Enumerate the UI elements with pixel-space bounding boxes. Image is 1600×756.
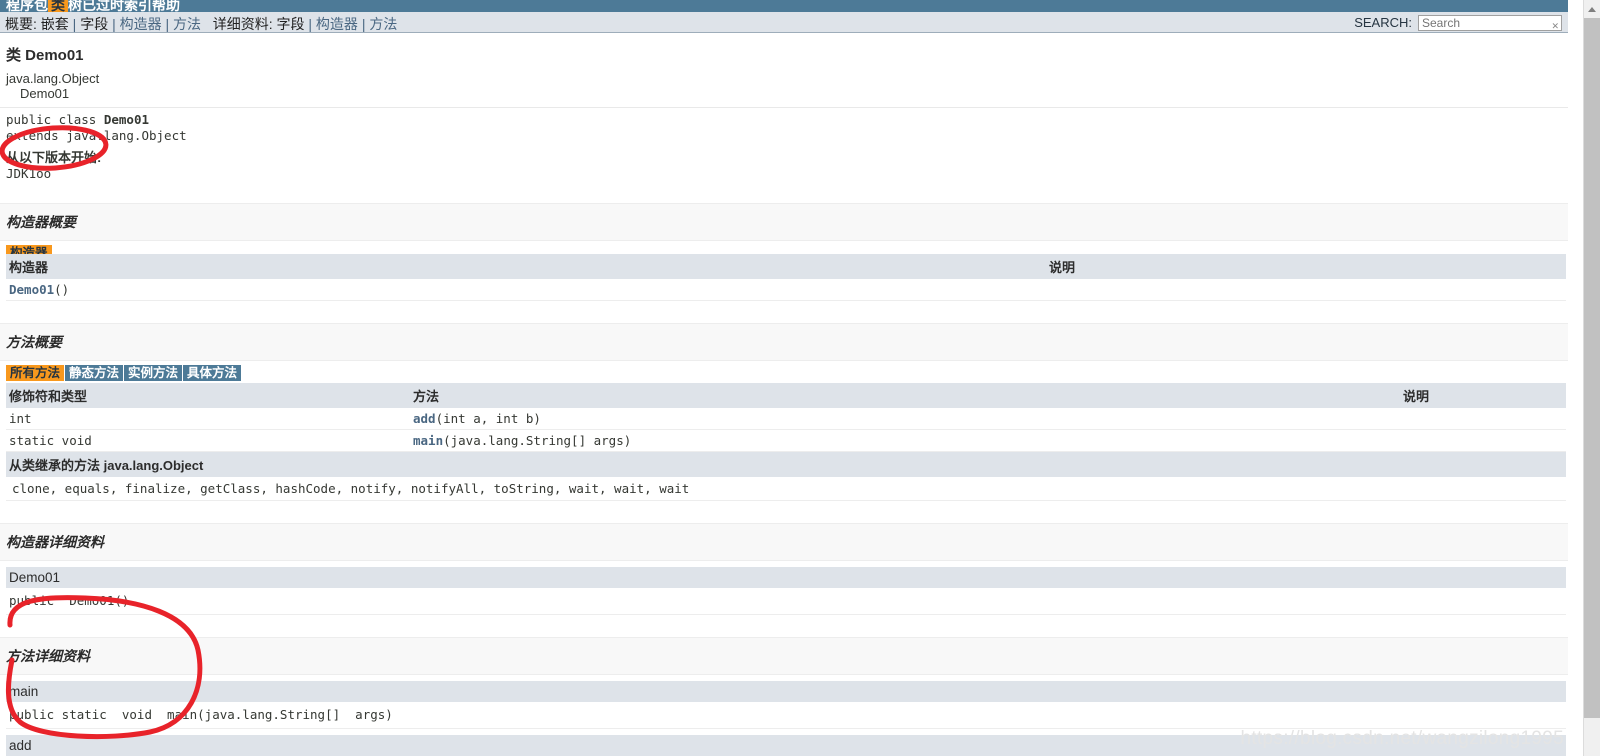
table-row: int add(int a, int b) (6, 408, 1566, 430)
method-detail-title: 方法详细资料 (6, 648, 90, 664)
search-input[interactable] (1418, 14, 1562, 31)
inherited-methods-header: 从类继承的方法 java.lang.Object (6, 452, 1566, 477)
constructor-summary-table: 构造器 说明 Demo01() (6, 254, 1566, 301)
method-signature-cell: add(int a, int b) (410, 408, 1400, 430)
inherited-methods-class: java.lang.Object (103, 458, 204, 473)
method-detail-band: 方法详细资料 (0, 637, 1568, 675)
main-nav-items[interactable]: 程序包类树已过时索引帮助 (6, 0, 180, 12)
inherited-methods-list[interactable]: clone, equals, finalize, getClass, hashC… (6, 477, 1566, 501)
nav-item-package[interactable]: 程序包 (6, 0, 48, 12)
sub-nav-links: 概要: 嵌套 | 字段 | 构造器 | 方法 详细资料: 字段 | 构造器 | … (5, 14, 397, 34)
javadoc-page: 程序包类树已过时索引帮助 概要: 嵌套 | 字段 | 构造器 | 方法 详细资料… (0, 0, 1600, 756)
class-declaration: public class Demo01 extends java.lang.Ob… (0, 108, 1568, 144)
sub-nav-bar: 概要: 嵌套 | 字段 | 构造器 | 方法 详细资料: 字段 | 构造器 | … (0, 12, 1568, 33)
search-reset-icon[interactable]: ✕ (1551, 21, 1559, 31)
detail-item-field: 字段 (276, 16, 305, 32)
col-method: 方法 (410, 383, 1400, 408)
tab-static-methods[interactable]: 静态方法 (65, 365, 124, 381)
method-summary-title: 方法概要 (6, 334, 62, 350)
method-description (1400, 408, 1566, 430)
method-args: (java.lang.String[] args) (443, 433, 632, 448)
constructor-detail-title: 构造器详细资料 (6, 534, 104, 550)
scroll-up-arrow-icon[interactable] (1584, 0, 1600, 17)
watermark: https://blog.csdn.net/wangzilong1995 (1240, 728, 1564, 749)
tab-all-methods[interactable]: 所有方法 (6, 365, 65, 381)
method-modifier: int (6, 408, 410, 430)
nav-item-class[interactable]: 类 (48, 0, 68, 12)
separator: | (308, 16, 313, 32)
since-value: JDK1oo (6, 166, 52, 181)
summary-item-constructor[interactable]: 构造器 (120, 16, 162, 32)
inheritance-tree-root: java.lang.Object (6, 71, 100, 86)
detail-label: 详细资料: (212, 16, 273, 32)
page-title: 类 Demo01 (6, 47, 84, 64)
table-row: Demo01() (6, 279, 1566, 301)
summary-item-field: 字段 (80, 16, 109, 32)
declaration-class-name: Demo01 (103, 112, 149, 127)
table-header-row: 修饰符和类型 方法 说明 (6, 383, 1566, 408)
since-label: 从以下版本开始: (6, 150, 102, 165)
constructor-description (1046, 279, 1566, 301)
col-description: 说明 (1400, 383, 1566, 408)
scroll-gutter (1568, 0, 1583, 756)
summary-item-nested: 嵌套 (40, 16, 69, 32)
main-content: 类 Demo01 java.lang.Object Demo01 public … (0, 34, 1568, 756)
constructor-detail-name: Demo01 (6, 567, 1566, 588)
declaration-modifiers: public class (6, 112, 104, 127)
col-description: 说明 (1046, 254, 1566, 279)
constructor-detail-band: 构造器详细资料 (0, 523, 1568, 561)
method-description (1400, 429, 1566, 452)
class-declaration-line2: extends java.lang.Object (6, 128, 187, 143)
inheritance-tree: java.lang.Object Demo01 (0, 71, 1568, 101)
inheritance-tree-leaf: Demo01 (20, 86, 70, 101)
table-row: static void main(java.lang.String[] args… (6, 429, 1566, 452)
separator: | (112, 16, 116, 32)
scrollbar-thumb[interactable] (1584, 18, 1600, 718)
separator: | (361, 16, 366, 32)
method-signature-cell: main(java.lang.String[] args) (410, 429, 1400, 452)
col-modifier-type: 修饰符和类型 (6, 383, 410, 408)
search-area: SEARCH: ✕ (1354, 12, 1562, 33)
method-modifier: static void (6, 429, 410, 452)
constructor-link[interactable]: Demo01 (9, 282, 54, 297)
nav-items-rest[interactable]: 树已过时索引帮助 (68, 0, 180, 12)
method-link-main[interactable]: main (413, 433, 443, 448)
summary-label: 概要: (5, 16, 37, 32)
method-summary-table: 修饰符和类型 方法 说明 int add(int a, int b) stati… (6, 383, 1566, 452)
constructor-cell: Demo01() (6, 279, 1046, 301)
separator: | (72, 16, 77, 32)
search-label: SEARCH: (1354, 15, 1412, 30)
constructor-args: () (54, 282, 70, 297)
constructor-detail-signature: public Demo01() (6, 588, 1566, 615)
tab-instance-methods[interactable]: 实例方法 (124, 365, 183, 381)
detail-item-method[interactable]: 方法 (369, 16, 397, 32)
method-summary-band: 方法概要 (0, 323, 1568, 361)
tab-constructors[interactable]: 构造器 (6, 245, 52, 254)
method-summary-tabs: 所有方法 静态方法 实例方法 具体方法 (6, 365, 1568, 381)
constructor-summary-title: 构造器概要 (6, 214, 76, 230)
tab-concrete-methods[interactable]: 具体方法 (183, 365, 242, 381)
constructor-summary-band: 构造器概要 (0, 203, 1568, 241)
method-detail-signature-main: public static void main(java.lang.String… (6, 702, 1566, 729)
col-constructor: 构造器 (6, 254, 1046, 279)
vertical-scrollbar[interactable] (1583, 0, 1600, 756)
method-detail-name-main: main (6, 681, 1566, 702)
inherited-methods-label: 从类继承的方法 (9, 458, 104, 473)
constructor-summary-tabs: 构造器 (6, 245, 1568, 254)
detail-item-constructor[interactable]: 构造器 (316, 16, 358, 32)
separator: | (165, 16, 170, 32)
class-declaration-line1: public class Demo01 (6, 112, 1568, 128)
method-args: (int a, int b) (435, 411, 541, 426)
summary-item-method[interactable]: 方法 (173, 16, 201, 32)
method-link-add[interactable]: add (413, 411, 436, 426)
main-nav-bar[interactable]: 程序包类树已过时索引帮助 (0, 0, 1568, 12)
table-header-row: 构造器 说明 (6, 254, 1566, 279)
